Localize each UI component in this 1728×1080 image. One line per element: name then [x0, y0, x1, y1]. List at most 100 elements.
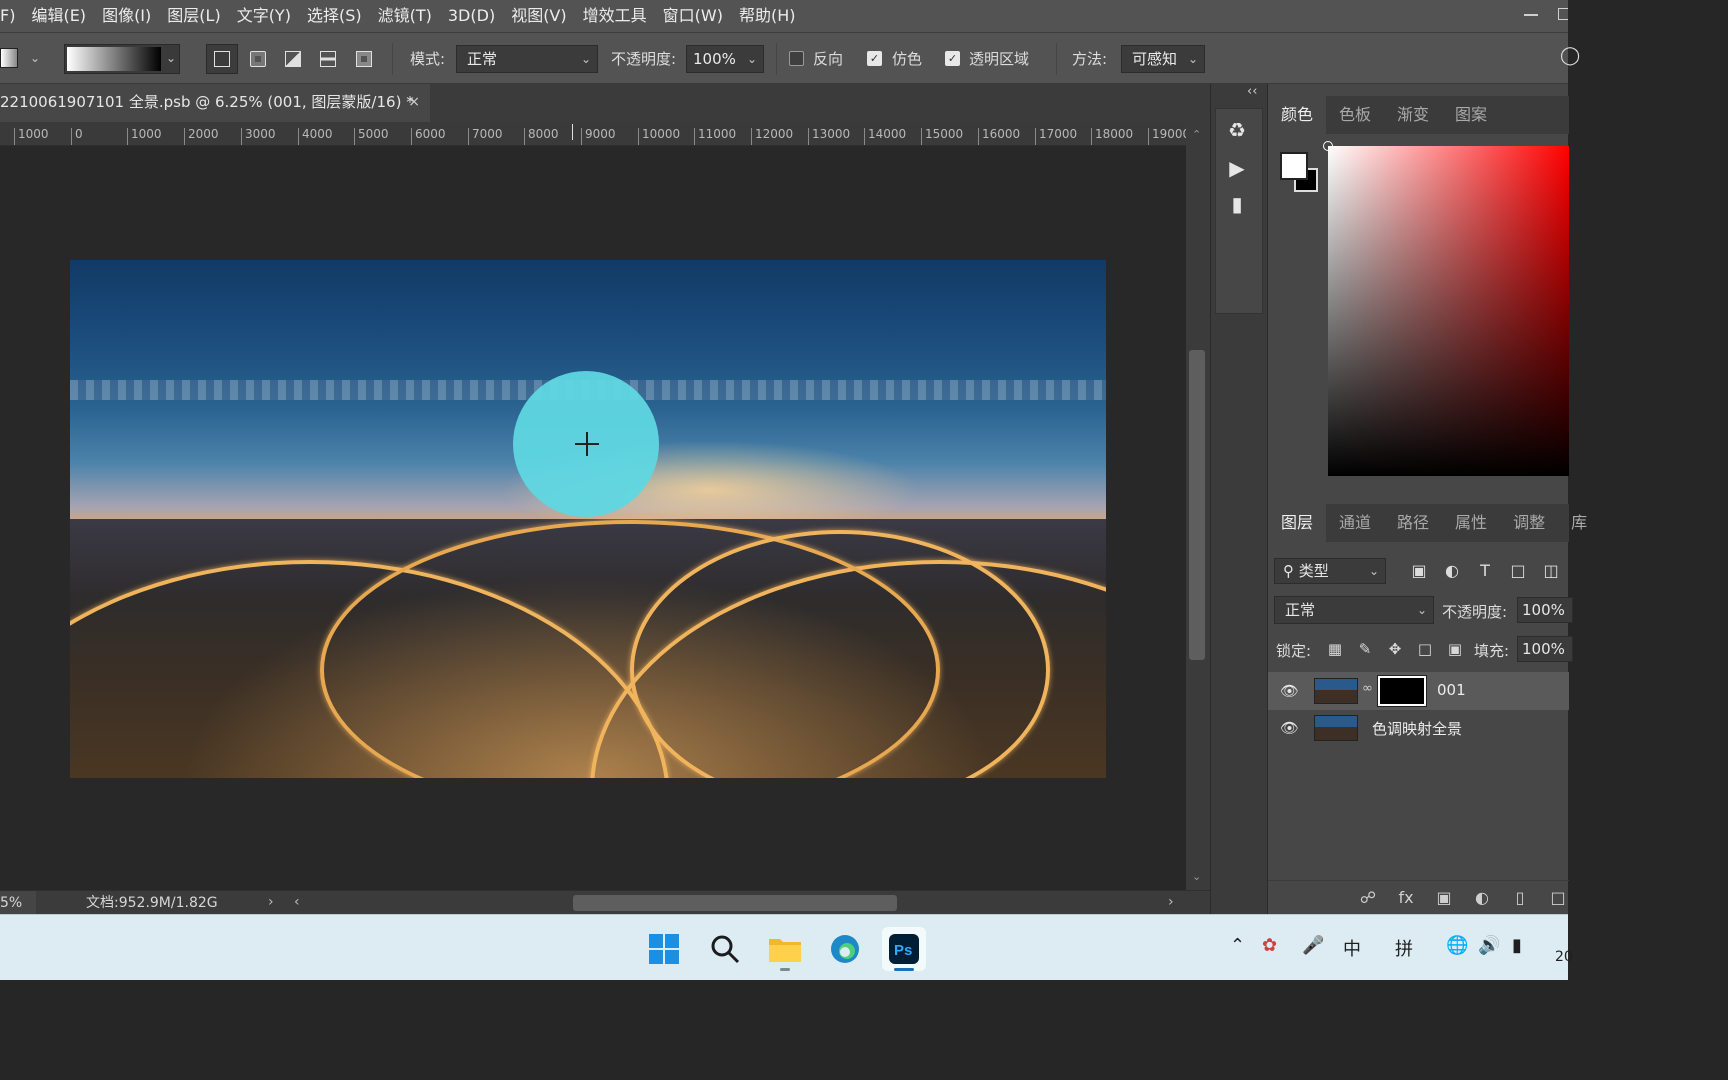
start-button[interactable] [642, 927, 686, 971]
collapse-panels-icon[interactable]: ‹‹ [1247, 84, 1257, 99]
dither-checkbox[interactable]: ✓ [867, 51, 882, 66]
scroll-thumb[interactable] [1189, 350, 1205, 660]
opacity-field[interactable]: 100% ⌄ [686, 45, 764, 73]
foreground-color[interactable] [1280, 152, 1308, 180]
file-explorer-button[interactable] [763, 927, 807, 971]
battery-icon[interactable]: ▮ [1512, 935, 1522, 956]
scroll-left-icon[interactable]: ‹ [294, 894, 300, 910]
chevron-right-icon[interactable]: › [268, 894, 274, 910]
visibility-eye-icon[interactable]: 👁 [1280, 682, 1299, 700]
chevron-down-icon[interactable]: ⌄ [30, 51, 40, 65]
panorama-image[interactable] [70, 260, 1106, 778]
lock-position-icon[interactable]: ✥ [1386, 640, 1404, 658]
layer-row[interactable]: 👁 色调映射全景 [1268, 709, 1569, 747]
actions-play-icon[interactable]: ▶ [1225, 156, 1249, 180]
color-picker-field[interactable] [1323, 141, 1569, 476]
comments-icon[interactable]: ▮ [1225, 192, 1249, 216]
document-tab[interactable]: 2210061907101 全景.psb @ 6.25% (001, 图层蒙版/… [0, 84, 430, 122]
adjustment-layer-icon[interactable]: ◐ [1471, 888, 1493, 907]
shape-filter-icon[interactable]: □ [1507, 560, 1529, 582]
fill-field[interactable]: 100% [1517, 636, 1573, 662]
menu-view[interactable]: 视图(V) [503, 0, 574, 32]
tab-properties[interactable]: 属性 [1442, 504, 1500, 542]
layer-mask-thumbnail[interactable] [1377, 675, 1427, 707]
tray-overflow-icon[interactable]: ⌃ [1230, 935, 1245, 956]
blend-mode-select[interactable]: 正常 ⌄ [1274, 596, 1434, 624]
reflected-gradient-button[interactable] [312, 44, 344, 74]
lock-transparency-icon[interactable]: ▦ [1326, 640, 1344, 658]
layer-filter-select[interactable]: ⚲ 类型 ⌄ [1274, 558, 1386, 584]
mask-link-icon[interactable]: ∞ [1362, 681, 1373, 696]
tab-swatches[interactable]: 色板 [1326, 96, 1384, 134]
layer-name[interactable]: 001 [1437, 681, 1466, 699]
new-group-icon[interactable]: ▯ [1509, 888, 1531, 907]
reverse-checkbox[interactable] [789, 51, 804, 66]
ime-pinyin[interactable]: 拼 [1395, 935, 1413, 961]
visibility-eye-icon[interactable]: 👁 [1280, 719, 1299, 737]
tray-app-icon[interactable]: ✿ [1262, 935, 1277, 956]
tab-color[interactable]: 颜色 [1268, 96, 1327, 134]
menu-type[interactable]: 文字(Y) [229, 0, 299, 32]
horizontal-ruler[interactable]: 1000 0 1000 2000 3000 4000 5000 6000 700… [0, 122, 1186, 146]
adjustment-filter-icon[interactable]: ◐ [1441, 560, 1463, 582]
scroll-up-icon[interactable]: ⌃ [1192, 128, 1201, 141]
smart-object-filter-icon[interactable]: ◫ [1540, 560, 1562, 582]
network-globe-icon[interactable]: 🌐 [1446, 935, 1468, 956]
history-icon[interactable]: ♻ [1225, 118, 1249, 142]
mode-select[interactable]: 正常 ⌄ [456, 45, 598, 73]
close-tab-icon[interactable]: × [408, 84, 420, 120]
color-picker-handle[interactable] [1323, 141, 1333, 151]
scroll-right-icon[interactable]: › [1168, 894, 1174, 910]
menu-window[interactable]: 窗口(W) [655, 0, 731, 32]
menu-image[interactable]: 图像(I) [94, 0, 159, 32]
menu-filter[interactable]: 滤镜(T) [370, 0, 440, 32]
linear-gradient-button[interactable] [206, 44, 238, 74]
zoom-level[interactable]: 5% [0, 891, 36, 915]
type-filter-icon[interactable]: T [1474, 560, 1496, 582]
layer-opacity-field[interactable]: 100% [1517, 597, 1573, 623]
menu-plugins[interactable]: 增效工具 [575, 0, 655, 32]
chevron-down-icon[interactable]: ⌄ [166, 51, 176, 65]
foreground-background-swatch[interactable] [1280, 152, 1320, 194]
menu-help[interactable]: 帮助(H) [731, 0, 804, 32]
tab-channels[interactable]: 通道 [1326, 504, 1384, 542]
maximize-button[interactable] [1558, 8, 1568, 20]
canvas-area[interactable] [0, 146, 1186, 890]
layer-name[interactable]: 色调映射全景 [1372, 718, 1462, 739]
tab-gradients[interactable]: 渐变 [1384, 96, 1442, 134]
tab-layers[interactable]: 图层 [1268, 504, 1327, 542]
tab-paths[interactable]: 路径 [1384, 504, 1442, 542]
photoshop-button[interactable]: Ps [882, 927, 926, 971]
menu-select[interactable]: 选择(S) [299, 0, 370, 32]
layer-style-icon[interactable]: fx [1395, 888, 1417, 907]
horizontal-scroll-thumb[interactable] [573, 895, 897, 911]
menu-file[interactable]: F) [0, 0, 23, 32]
angle-gradient-button[interactable] [277, 44, 309, 74]
image-filter-icon[interactable]: ▣ [1408, 560, 1430, 582]
lock-all-icon[interactable]: ▣ [1446, 640, 1464, 658]
diamond-gradient-button[interactable] [348, 44, 380, 74]
new-layer-icon[interactable]: □ [1547, 888, 1569, 907]
microphone-icon[interactable]: 🎤 [1302, 935, 1324, 956]
tab-libraries[interactable]: 库 [1558, 504, 1600, 542]
tab-adjustments[interactable]: 调整 [1500, 504, 1558, 542]
menu-3d[interactable]: 3D(D) [440, 0, 503, 32]
edge-button[interactable] [823, 927, 867, 971]
menu-edit[interactable]: 编辑(E) [23, 0, 94, 32]
layer-row[interactable]: 👁 ∞ 001 [1268, 672, 1569, 710]
search-icon[interactable]: ◯ [1560, 45, 1580, 66]
gradient-picker[interactable]: ⌄ [64, 44, 180, 74]
lock-pixels-icon[interactable]: ✎ [1356, 640, 1374, 658]
tool-preset-picker[interactable] [0, 48, 18, 68]
add-mask-icon[interactable]: ▣ [1433, 888, 1455, 907]
document-info[interactable]: 文档:952.9M/1.82G [86, 891, 218, 915]
menu-layer[interactable]: 图层(L) [159, 0, 228, 32]
lock-artboard-icon[interactable]: □ [1416, 640, 1434, 658]
radial-gradient-button[interactable] [242, 44, 274, 74]
clock[interactable]: 20 [1555, 949, 1573, 965]
vertical-scrollbar[interactable]: ⌃ ⌄ [1186, 122, 1210, 890]
transparency-checkbox[interactable]: ✓ [945, 51, 960, 66]
scroll-down-icon[interactable]: ⌄ [1192, 870, 1201, 883]
link-layers-icon[interactable]: ☍ [1357, 888, 1379, 907]
volume-icon[interactable]: 🔊 [1478, 935, 1500, 956]
